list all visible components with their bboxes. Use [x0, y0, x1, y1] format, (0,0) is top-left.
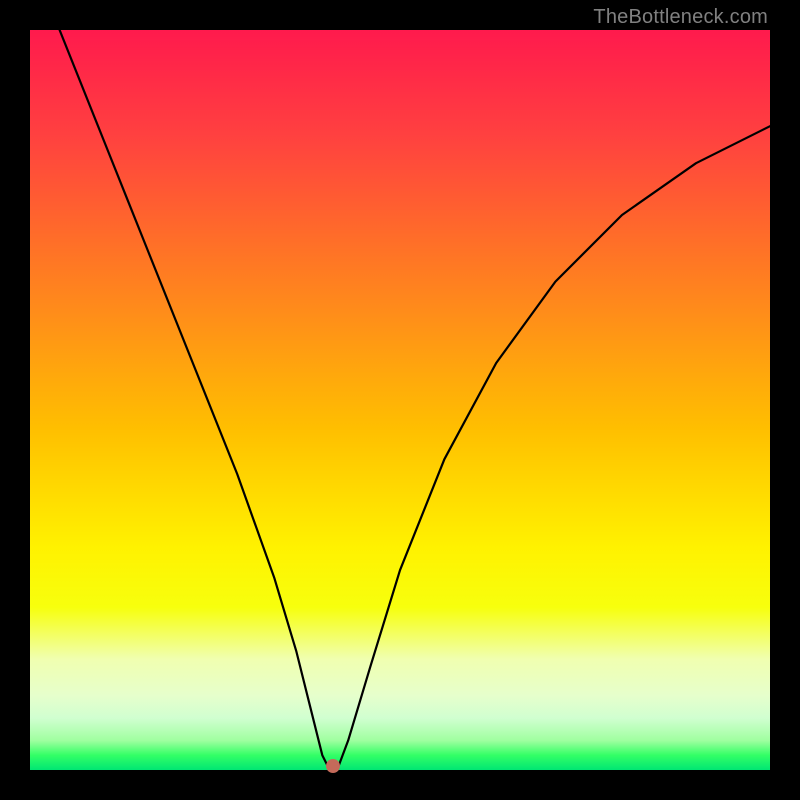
- watermark-text: TheBottleneck.com: [593, 6, 768, 29]
- plot-area: [30, 30, 770, 770]
- optimal-point-marker: [326, 759, 340, 773]
- curve-svg: [30, 30, 770, 770]
- bottleneck-curve: [60, 30, 770, 770]
